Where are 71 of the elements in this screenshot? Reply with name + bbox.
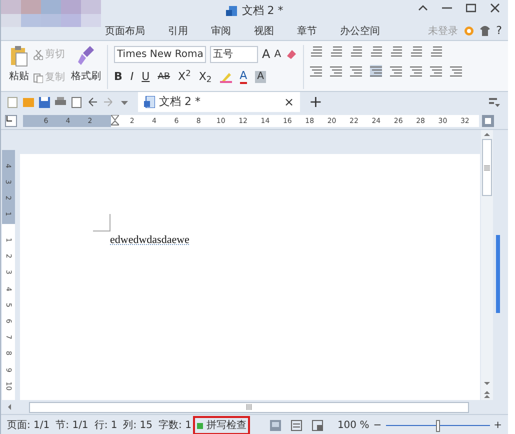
scroll-down-icon[interactable] [483, 380, 491, 388]
scissors-icon [33, 50, 43, 60]
bold-button[interactable]: B [114, 69, 122, 86]
shirt-icon[interactable] [480, 26, 490, 36]
document-icon [144, 96, 155, 108]
format-painter-button[interactable]: 格式刷 [71, 69, 101, 84]
menu-tab[interactable]: 办公空间 [340, 24, 380, 38]
tab-stop-selector[interactable] [5, 114, 17, 126]
status-item[interactable]: 字数: 1 [158, 418, 192, 433]
menu-tab[interactable]: 页面布局 [105, 24, 145, 38]
font-color-button[interactable]: A [240, 70, 248, 84]
status-item[interactable]: 拼写检查 [193, 416, 250, 434]
tab-close-button[interactable]: × [284, 93, 294, 111]
char-shading-button[interactable]: A [255, 71, 266, 84]
vertical-scrollbar[interactable] [481, 130, 493, 400]
document-icon [226, 5, 238, 17]
zoom-percent: 100 % [337, 419, 370, 433]
status-item[interactable]: 行: 1 [94, 418, 118, 433]
italic-button[interactable]: I [130, 69, 134, 86]
zoom-in-button[interactable]: + [494, 418, 502, 433]
scrollbar-thumb[interactable] [29, 402, 469, 412]
grow-font-button[interactable]: A [262, 45, 270, 63]
eraser-icon[interactable] [285, 48, 298, 60]
printer-icon[interactable] [55, 96, 66, 108]
undo-icon[interactable] [87, 96, 98, 108]
document-tab[interactable]: 文档 2 * × [138, 92, 300, 112]
slider-thumb[interactable] [436, 420, 440, 432]
menu-tab[interactable]: 视图 [254, 24, 274, 38]
menu-tab[interactable]: 审阅 [211, 24, 231, 38]
highlighter-icon[interactable] [220, 71, 232, 84]
grip-icon [484, 164, 490, 170]
side-panel-handle[interactable] [496, 235, 500, 313]
previous-page-icon[interactable] [483, 390, 491, 398]
maximize-icon[interactable] [466, 3, 476, 13]
clipboard-icon[interactable] [10, 45, 28, 67]
strikethrough-button[interactable]: AB [158, 70, 170, 84]
copy-icon [33, 72, 43, 82]
subscript-button[interactable]: X$_{2}$ [198, 69, 212, 86]
underline-button[interactable]: U [142, 69, 150, 86]
text-corner-mark-icon [93, 214, 111, 232]
close-icon[interactable] [490, 3, 500, 13]
tab-menu-icon[interactable] [489, 96, 500, 108]
status-item[interactable]: 页面: 1/1 [7, 418, 50, 433]
web-view-icon[interactable] [312, 420, 324, 431]
page-view-icon[interactable] [270, 420, 282, 431]
outline-view-icon[interactable] [291, 420, 302, 431]
window-title: 文档 2 * [242, 2, 284, 19]
new-tab-button[interactable]: + [309, 94, 322, 110]
corner-tab-icon [6, 116, 12, 122]
status-item[interactable]: 列: 15 [123, 418, 153, 433]
document-text: edwedwdasdaewe [110, 233, 190, 248]
preview-icon[interactable] [71, 96, 82, 108]
scrollbar-thumb[interactable] [482, 139, 492, 196]
zoom-out-button[interactable]: − [373, 418, 382, 433]
status-item[interactable]: 节: 1/1 [56, 418, 88, 433]
font-size-field[interactable]: 五号 [210, 46, 258, 62]
shrink-font-button[interactable]: A [274, 46, 282, 62]
paste-button[interactable]: 粘贴 [9, 69, 29, 84]
tab-title: 文档 2 * [159, 94, 200, 110]
grip-icon [246, 404, 252, 410]
collapse-icon[interactable] [418, 3, 428, 13]
superscript-button[interactable]: X$^{2}$ [178, 69, 191, 86]
save-icon[interactable] [39, 96, 50, 108]
font-name-field[interactable]: Times New Roma [114, 46, 206, 62]
brush-icon[interactable] [77, 45, 95, 67]
ruler-toggle-icon[interactable] [482, 114, 494, 126]
menu-tab[interactable]: 引用 [168, 24, 188, 38]
square-icon [197, 422, 204, 428]
menu-tab[interactable]: 章节 [297, 24, 317, 38]
zoom-slider[interactable] [386, 420, 490, 432]
help-button[interactable]: ? [496, 22, 502, 40]
